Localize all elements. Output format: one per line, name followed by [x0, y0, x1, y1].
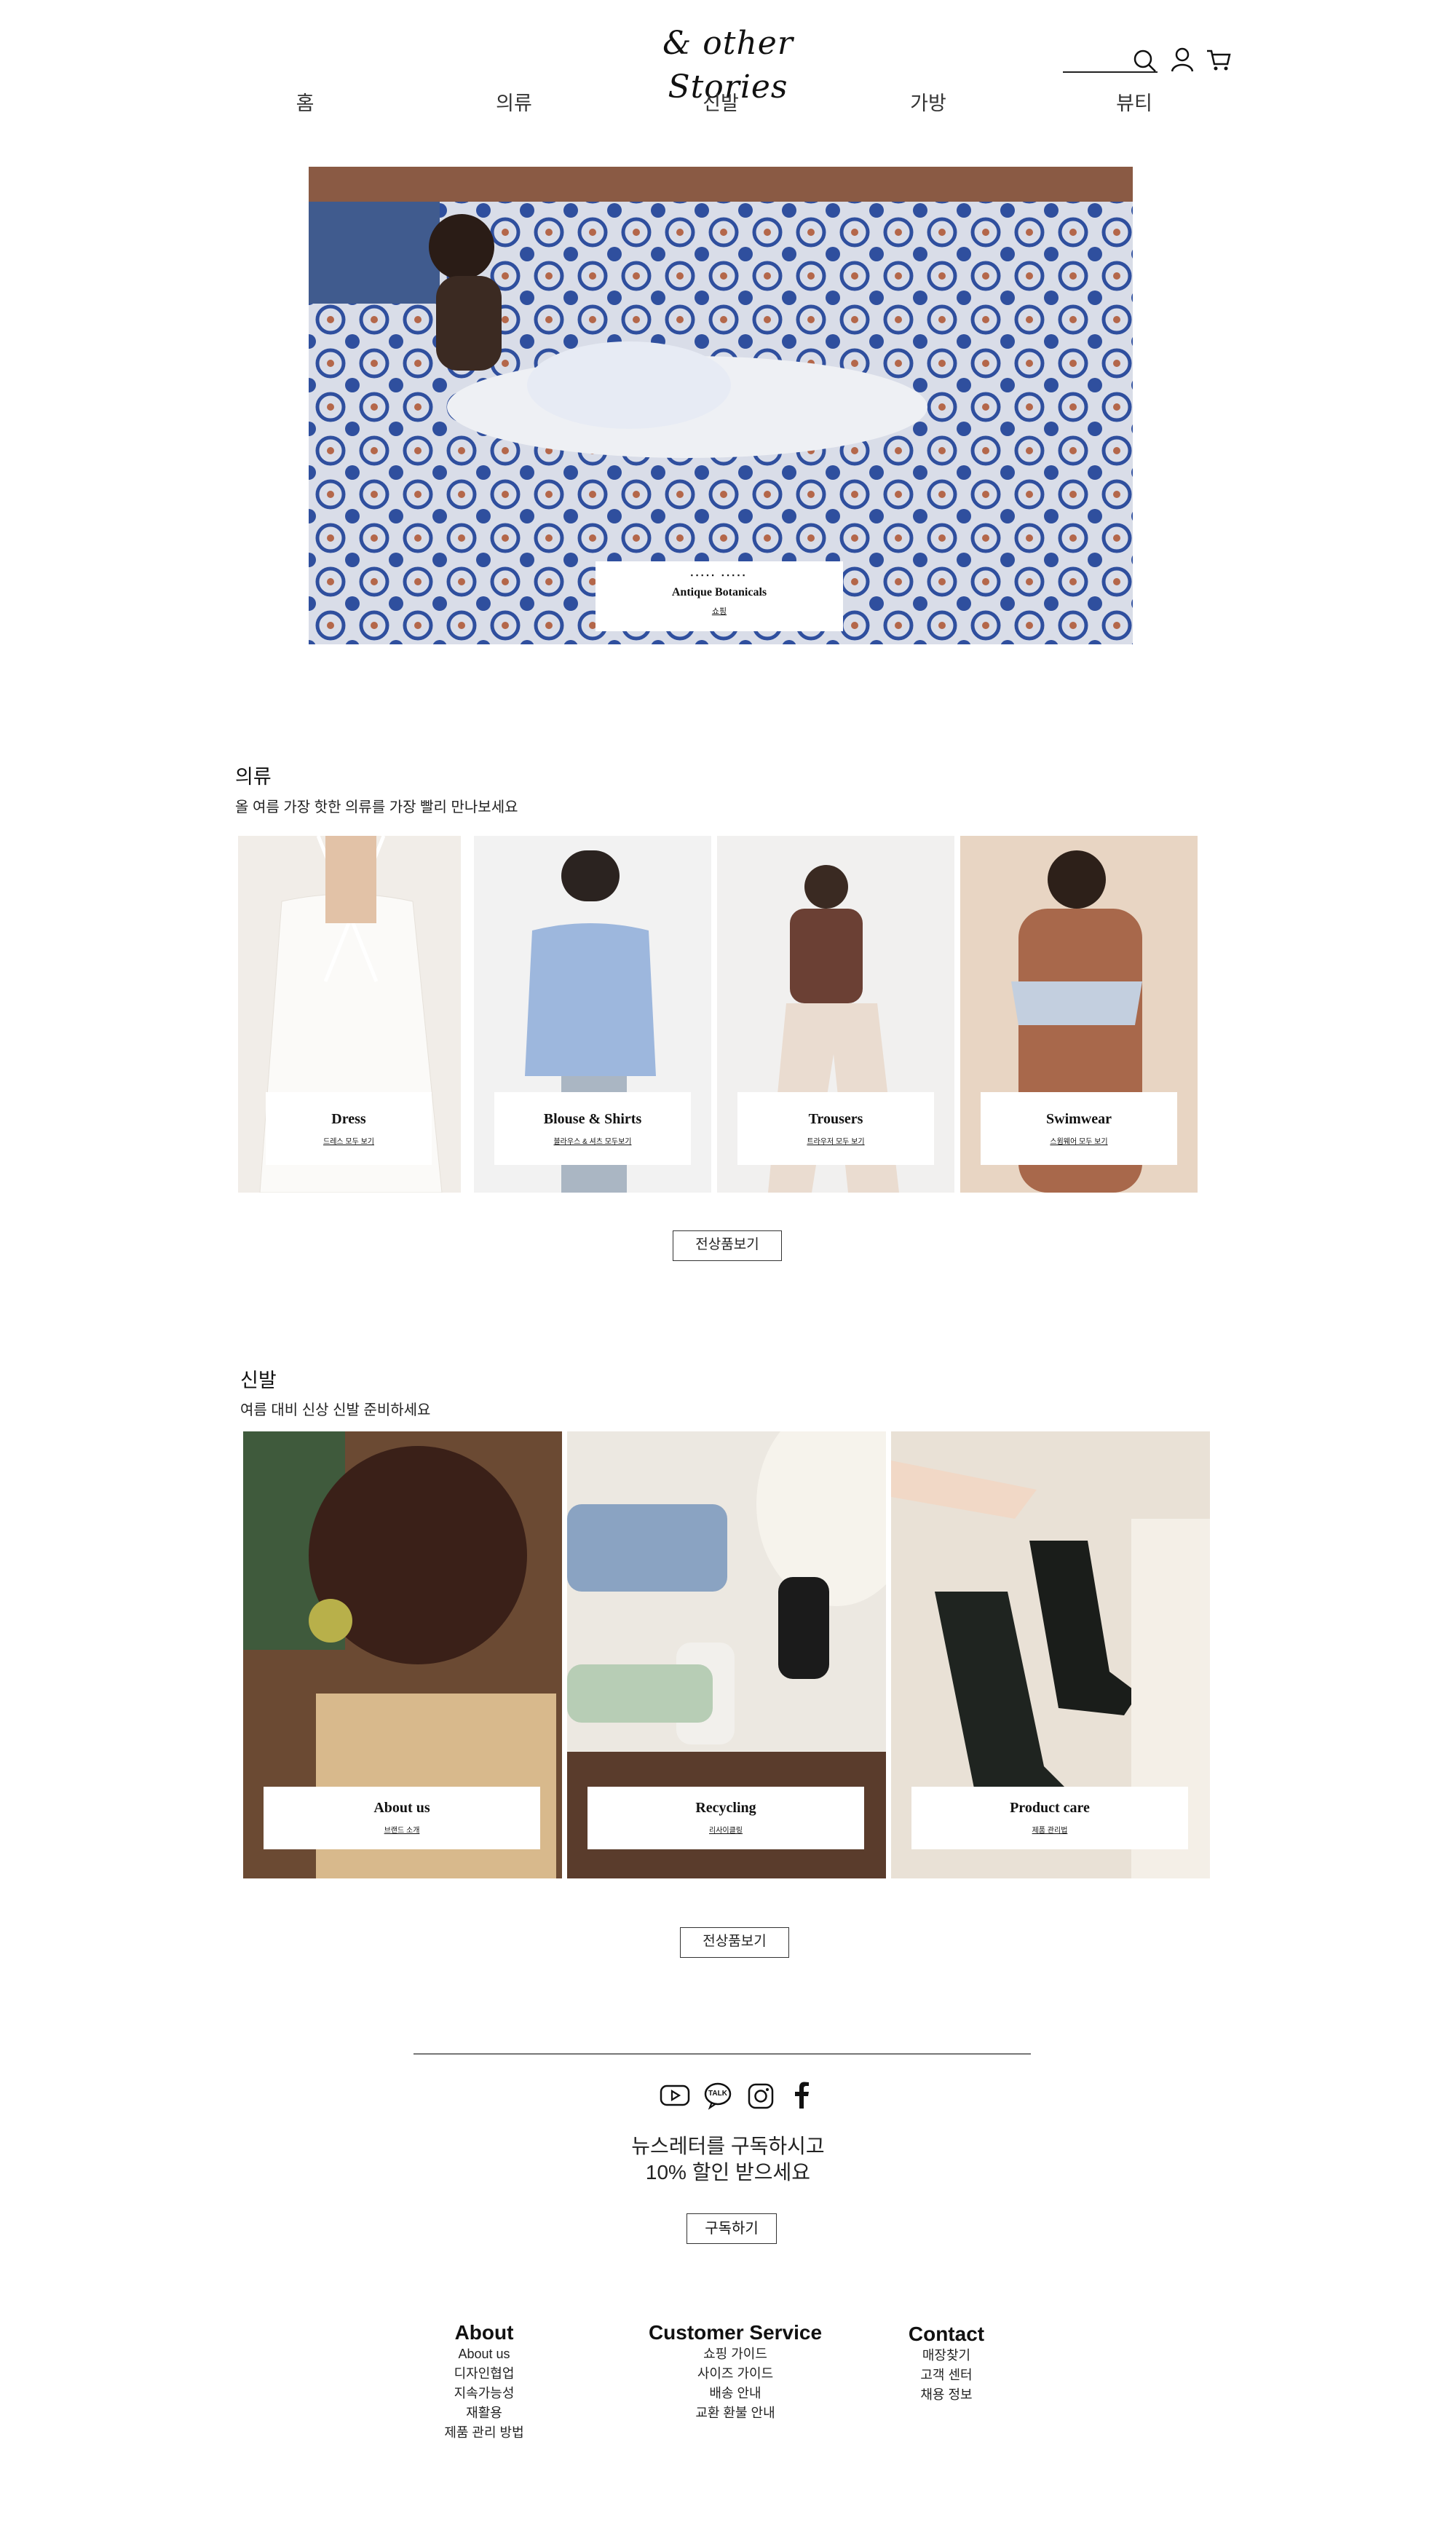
tile-product-care[interactable]: Product care 제품 관리법	[891, 1431, 1210, 1878]
clothing-view-all-button[interactable]: 전상품보기	[673, 1230, 782, 1261]
search-icon[interactable]	[1131, 47, 1160, 76]
tile-title: Swimwear	[1046, 1111, 1112, 1127]
footer-link[interactable]: 지속가능성	[408, 2384, 561, 2403]
footer-col-contact: Contact 매장찾기 고객 센터 채용 정보	[888, 2323, 1005, 2405]
footer-link[interactable]: 채용 정보	[888, 2385, 1005, 2405]
tile-card: Trousers 트라우저 모두 보기	[737, 1092, 934, 1165]
tile-title: Product care	[1010, 1800, 1090, 1816]
footer-heading: Contact	[908, 2323, 985, 2345]
tile-card: About us 브랜드 소개	[264, 1787, 540, 1849]
instagram-icon[interactable]	[747, 2082, 775, 2110]
tile-swimwear[interactable]: Swimwear 스윔웨어 모두 보기	[960, 836, 1198, 1193]
tile-title: Recycling	[695, 1800, 756, 1816]
brand-logo[interactable]: & other Stories	[626, 22, 830, 106]
facebook-icon[interactable]	[792, 2081, 811, 2110]
subscribe-button[interactable]: 구독하기	[687, 2213, 777, 2244]
tile-link[interactable]: 블라우스 & 셔츠 모두보기	[494, 1135, 691, 1146]
tile-dress[interactable]: Dress 드레스 모두 보기	[238, 836, 461, 1193]
tile-link[interactable]: 트라우저 모두 보기	[737, 1135, 934, 1146]
footer-col-customer-service: Customer Service 쇼핑 가이드 사이즈 가이드 배송 안내 교환…	[626, 2321, 844, 2423]
cart-icon[interactable]	[1204, 45, 1233, 74]
shoes-view-all-button[interactable]: 전상품보기	[680, 1927, 789, 1958]
tile-card: Swimwear 스윔웨어 모두 보기	[981, 1092, 1177, 1165]
footer-link[interactable]: 제품 관리 방법	[408, 2423, 561, 2443]
nav-clothing[interactable]: 의류	[470, 87, 558, 116]
tile-title: Blouse & Shirts	[543, 1111, 642, 1127]
newsletter-line1: 뉴스레터를 구독하시고	[631, 2135, 825, 2157]
clothing-title: 의류	[235, 766, 272, 788]
footer-link[interactable]: 디자인협업	[408, 2364, 561, 2384]
nav-home[interactable]: 홈	[261, 87, 349, 116]
nav-bags[interactable]: 가방	[885, 87, 972, 116]
tile-link[interactable]: 스윔웨어 모두 보기	[981, 1135, 1177, 1146]
hero-title: Antique Botanicals	[671, 586, 767, 598]
shoes-subtitle: 여름 대비 신상 신발 준비하세요	[240, 1402, 431, 1418]
clothing-subtitle: 올 여름 가장 핫한 의류를 가장 빨리 만나보세요	[235, 799, 518, 815]
tile-link[interactable]: 제품 관리법	[911, 1824, 1188, 1835]
footer-heading: About	[454, 2321, 514, 2344]
tile-link[interactable]: 드레스 모두 보기	[266, 1135, 432, 1146]
footer-link[interactable]: 고객 센터	[888, 2366, 1005, 2385]
tile-trousers[interactable]: Trousers 트라우저 모두 보기	[717, 836, 954, 1193]
tile-card: Blouse & Shirts 블라우스 & 셔츠 모두보기	[494, 1092, 691, 1165]
footer-col-about: About About us 디자인협업 지속가능성 재활용 제품 관리 방법	[408, 2321, 561, 2443]
tile-link[interactable]: 브랜드 소개	[264, 1824, 540, 1835]
footer-link[interactable]: 교환 환불 안내	[626, 2403, 844, 2423]
footer-link[interactable]: 배송 안내	[626, 2384, 844, 2403]
tile-title: Dress	[331, 1111, 366, 1127]
footer-link[interactable]: About us	[408, 2344, 561, 2364]
account-icon[interactable]	[1168, 45, 1197, 74]
hero-card[interactable]: ▪▪▪▪▪ ▪▪▪▪▪ Antique Botanicals 쇼핑	[596, 561, 843, 631]
tile-title: Trousers	[808, 1111, 863, 1127]
tile-card: Recycling 리사이클링	[587, 1787, 864, 1849]
tile-recycling[interactable]: Recycling 리사이클링	[567, 1431, 886, 1878]
tile-card: Product care 제품 관리법	[911, 1787, 1188, 1849]
newsletter-line2: 10% 할인 받으세요	[645, 2161, 811, 2184]
youtube-icon[interactable]	[660, 2083, 692, 2109]
tile-link[interactable]: 리사이클링	[587, 1824, 864, 1835]
hero-kicker: ▪▪▪▪▪ ▪▪▪▪▪	[690, 572, 748, 579]
footer-link[interactable]: 사이즈 가이드	[626, 2364, 844, 2384]
tile-card: Dress 드레스 모두 보기	[266, 1092, 432, 1165]
kakaotalk-label: TALK	[708, 2090, 727, 2098]
hero-shop-link[interactable]: 쇼핑	[596, 605, 843, 617]
footer-link[interactable]: 재활용	[408, 2403, 561, 2423]
tile-title: About us	[373, 1800, 430, 1816]
footer-link[interactable]: 쇼핑 가이드	[626, 2344, 844, 2364]
shoes-title: 신발	[240, 1370, 277, 1391]
kakaotalk-icon[interactable]: TALK	[703, 2081, 732, 2110]
nav-shoes[interactable]: 신발	[677, 87, 764, 116]
footer-heading: Customer Service	[648, 2321, 823, 2344]
footer-link[interactable]: 매장찾기	[888, 2346, 1005, 2366]
newsletter-text: 뉴스레터를 구독하시고 10% 할인 받으세요	[510, 2133, 946, 2186]
tile-about-us[interactable]: About us 브랜드 소개	[243, 1431, 562, 1878]
nav-beauty[interactable]: 뷰티	[1091, 87, 1178, 116]
tile-blouse-shirts[interactable]: Blouse & Shirts 블라우스 & 셔츠 모두보기	[474, 836, 711, 1193]
footer-divider	[414, 2053, 1031, 2055]
